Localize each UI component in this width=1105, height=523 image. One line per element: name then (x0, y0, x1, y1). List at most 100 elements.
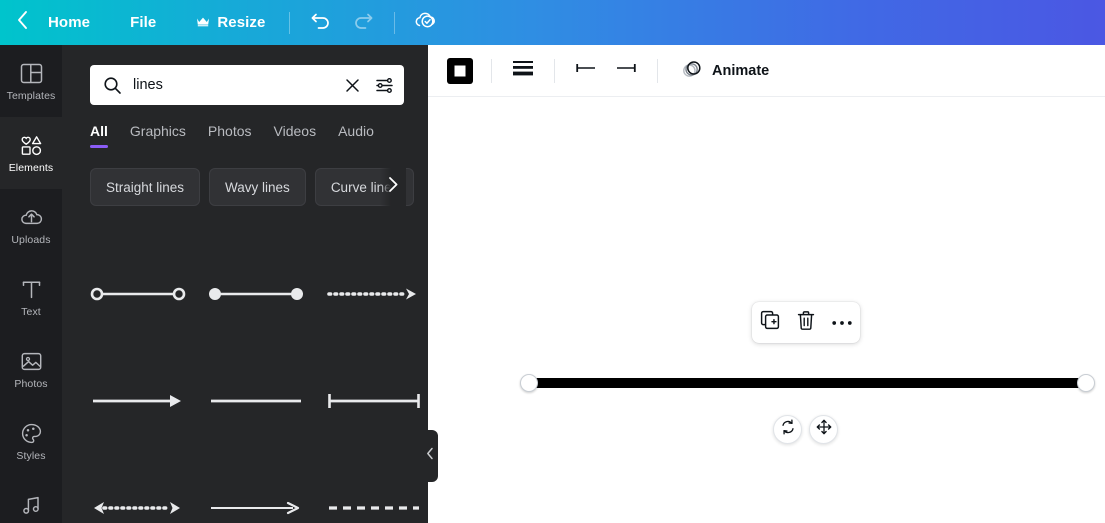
resize-button[interactable]: Resize (182, 0, 279, 45)
tab-label: Graphics (129, 123, 186, 139)
resize-handle-left[interactable] (520, 374, 538, 392)
search-results-grid (62, 206, 428, 523)
move-icon (816, 419, 832, 440)
uploads-cloud-icon (19, 204, 44, 230)
audio-music-note-icon (19, 492, 44, 518)
cloud-save-status-button[interactable] (405, 0, 447, 45)
element-line-hollow-circle-endpoints[interactable] (90, 261, 186, 327)
chip-wavy-lines[interactable]: Wavy lines (209, 168, 306, 206)
animate-label: Animate (712, 62, 770, 79)
chip-label: Wavy lines (225, 179, 290, 195)
tab-label: All (90, 123, 108, 139)
templates-icon (19, 60, 44, 86)
selected-line[interactable] (520, 374, 1095, 392)
tab-videos[interactable]: Videos (274, 123, 317, 148)
element-thin-line-arrow-right[interactable] (208, 475, 304, 523)
line-start-cap-button[interactable] (566, 51, 606, 91)
sidebar-item-label: Photos (14, 378, 48, 391)
sidebar-item-label: Styles (16, 450, 46, 463)
search-section (62, 45, 428, 105)
element-line-with-end-bars[interactable] (326, 368, 422, 434)
undo-button[interactable] (300, 0, 342, 45)
sidebar-item-label: Text (21, 306, 41, 319)
undo-icon (310, 10, 332, 35)
sidebar-item-uploads[interactable]: Uploads (0, 189, 62, 261)
more-options-button[interactable] (827, 308, 857, 338)
home-label: Home (48, 14, 91, 31)
left-rail: Templates Elements Uploads Text Photos S… (0, 45, 62, 523)
resize-label: Resize (217, 14, 266, 31)
animate-button[interactable]: Animate (669, 51, 781, 91)
results-row (62, 240, 428, 347)
sidebar-item-label: Elements (8, 162, 54, 175)
sidebar-item-text[interactable]: Text (0, 261, 62, 333)
text-icon (19, 276, 44, 302)
sidebar-item-styles[interactable]: Styles (0, 405, 62, 477)
chips-scroll-next-button[interactable] (380, 168, 406, 206)
file-menu-button[interactable]: File (116, 0, 182, 45)
chip-label: Straight lines (106, 179, 185, 195)
element-dotted-line-arrow-right[interactable] (326, 261, 422, 327)
search-input[interactable] (122, 77, 342, 93)
element-plain-solid-line[interactable] (208, 368, 304, 434)
line-weight-icon (511, 57, 535, 84)
canva-editor: Home File Resize Templates Elements Uplo… (0, 0, 1105, 523)
line-end-cap-button[interactable] (606, 51, 646, 91)
redo-icon (352, 10, 374, 35)
results-row (62, 347, 428, 454)
back-button[interactable] (0, 0, 44, 45)
element-context-menu (752, 302, 860, 343)
line-start-cap-icon (573, 58, 599, 83)
duplicate-button[interactable] (755, 308, 785, 338)
resize-handle-right[interactable] (1077, 374, 1095, 392)
line-weight-button[interactable] (503, 51, 543, 91)
delete-button[interactable] (791, 308, 821, 338)
duplicate-icon (760, 310, 780, 335)
filter-sliders-icon[interactable] (374, 75, 394, 95)
element-solid-line-arrow-right[interactable] (90, 368, 186, 434)
sidebar-item-elements[interactable]: Elements (0, 117, 62, 189)
panel-collapse-button[interactable] (422, 430, 438, 482)
sidebar-item-label: Uploads (11, 234, 51, 247)
trash-icon (796, 310, 816, 336)
redo-button[interactable] (342, 0, 384, 45)
tab-label: Audio (338, 123, 374, 139)
chevron-left-icon (16, 10, 29, 35)
home-button[interactable]: Home (44, 0, 116, 45)
tab-photos[interactable]: Photos (208, 123, 252, 148)
tab-label: Photos (207, 123, 252, 139)
element-dashed-line[interactable] (326, 475, 422, 523)
cloud-saved-icon (413, 9, 439, 36)
filter-chips: Straight lines Wavy lines Curve lines (62, 148, 428, 206)
close-icon[interactable] (342, 75, 362, 95)
element-line-filled-circle-endpoints[interactable] (208, 261, 304, 327)
sidebar-item-photos[interactable]: Photos (0, 333, 62, 405)
tab-all[interactable]: All (90, 123, 108, 148)
elements-panel: All Graphics Photos Videos Audio Straigh… (62, 45, 428, 523)
panel-tabs: All Graphics Photos Videos Audio (62, 105, 428, 148)
sidebar-item-audio[interactable]: Audio (0, 477, 62, 523)
sidebar-item-templates[interactable]: Templates (0, 45, 62, 117)
toolbar-divider (491, 58, 492, 83)
line-body (529, 378, 1086, 388)
animate-circles-icon (681, 58, 703, 84)
element-dotted-double-arrow[interactable] (90, 475, 186, 523)
styles-palette-icon (19, 420, 44, 446)
rotate-handle-button[interactable] (773, 415, 802, 444)
more-dots-icon (831, 314, 853, 332)
chevron-left-icon (426, 447, 434, 465)
chip-straight-lines[interactable]: Straight lines (90, 168, 201, 206)
crown-icon (196, 14, 210, 31)
move-handle-button[interactable] (809, 415, 838, 444)
tab-audio[interactable]: Audio (338, 123, 374, 148)
search-box[interactable] (90, 65, 404, 105)
tab-graphics[interactable]: Graphics (130, 123, 186, 148)
toolbar-divider (554, 58, 555, 83)
toolbar-divider (657, 58, 658, 83)
search-icon (102, 75, 122, 95)
color-swatch[interactable] (440, 51, 480, 91)
editor-stage: Animate (428, 45, 1105, 523)
design-canvas[interactable] (428, 97, 1105, 523)
chevron-right-icon (388, 176, 399, 198)
results-row (62, 454, 428, 523)
